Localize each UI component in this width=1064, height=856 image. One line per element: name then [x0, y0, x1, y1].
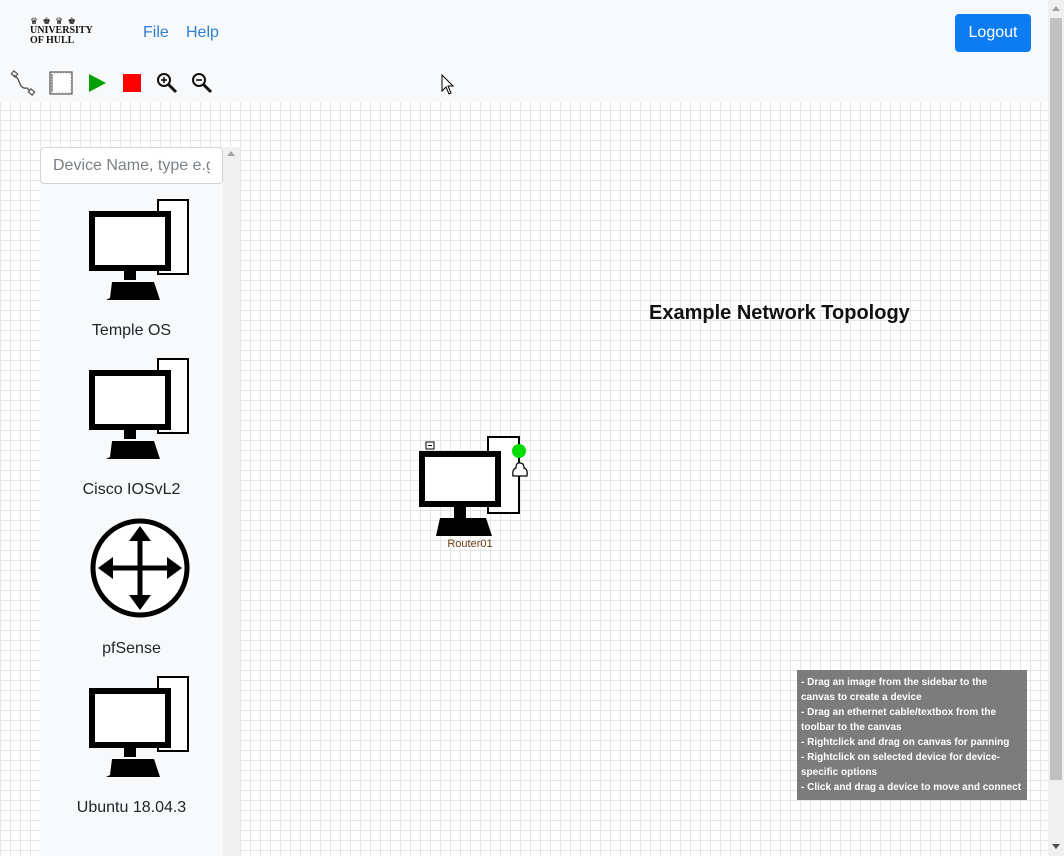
- menu-file[interactable]: File: [143, 24, 169, 42]
- node-label: Router01: [447, 538, 493, 550]
- header-bar: ♛ ♚ ♛ ♚ UNIVERSITY OF HULL File Help Log…: [0, 0, 1048, 102]
- help-tip: - Rightclick and drag on canvas for pann…: [801, 737, 1010, 748]
- scroll-up-arrow-icon[interactable]: [227, 151, 235, 156]
- sidebar-device-cisco-iosvl2[interactable]: Cisco IOSvL2: [40, 357, 223, 516]
- device-label: Temple OS: [91, 322, 172, 339]
- scroll-up-arrow-icon[interactable]: [1052, 6, 1060, 11]
- sidebar-scrollbar[interactable]: [223, 147, 240, 856]
- sidebar-device-temple-os[interactable]: Temple OS: [40, 198, 223, 357]
- university-logo[interactable]: ♛ ♚ ♛ ♚ UNIVERSITY OF HULL: [30, 17, 94, 49]
- topology-node-router01[interactable]: Router01: [418, 436, 530, 556]
- sidebar-device-pfsense[interactable]: pfSense: [40, 516, 223, 675]
- device-sidebar: Temple OS Cisco IOSvL2: [40, 147, 240, 856]
- computer-icon: [88, 675, 192, 779]
- computer-icon: [88, 198, 192, 302]
- router-icon: [88, 516, 192, 620]
- logo-line-2: OF HULL: [30, 35, 75, 46]
- zoom-in-icon[interactable]: [154, 70, 180, 96]
- logout-button[interactable]: Logout: [955, 14, 1031, 52]
- device-label: Ubuntu 18.04.3: [76, 799, 187, 816]
- scrollbar-thumb[interactable]: [1050, 18, 1062, 780]
- help-tip: - Rightclick on selected device for devi…: [801, 752, 1000, 778]
- textbox-icon[interactable]: [48, 70, 74, 96]
- device-search-input[interactable]: [40, 147, 223, 184]
- help-tip: - Drag an ethernet cable/textbox from th…: [801, 707, 997, 733]
- page-scrollbar[interactable]: [1048, 0, 1064, 856]
- help-tip: - Drag an image from the sidebar to the …: [801, 677, 988, 703]
- app-page: ♛ ♚ ♛ ♚ UNIVERSITY OF HULL File Help Log…: [0, 0, 1048, 856]
- sidebar-device-ubuntu[interactable]: Ubuntu 18.04.3: [40, 675, 223, 834]
- ethernet-cable-icon[interactable]: [10, 70, 36, 96]
- canvas-title-text[interactable]: Example Network Topology: [649, 302, 910, 325]
- scroll-down-arrow-icon[interactable]: [1052, 844, 1060, 849]
- stop-icon[interactable]: [119, 70, 145, 96]
- device-label: Cisco IOSvL2: [82, 481, 181, 498]
- zoom-out-icon[interactable]: [189, 70, 215, 96]
- device-label: pfSense: [102, 640, 161, 657]
- mouse-cursor-icon: [440, 73, 456, 101]
- help-tips-box: - Drag an image from the sidebar to the …: [797, 670, 1027, 800]
- help-tip: - Click and drag a device to move and co…: [801, 782, 1022, 793]
- menu-help[interactable]: Help: [186, 24, 219, 42]
- play-icon[interactable]: [84, 70, 110, 96]
- computer-icon: [419, 436, 528, 536]
- computer-icon: [88, 357, 192, 461]
